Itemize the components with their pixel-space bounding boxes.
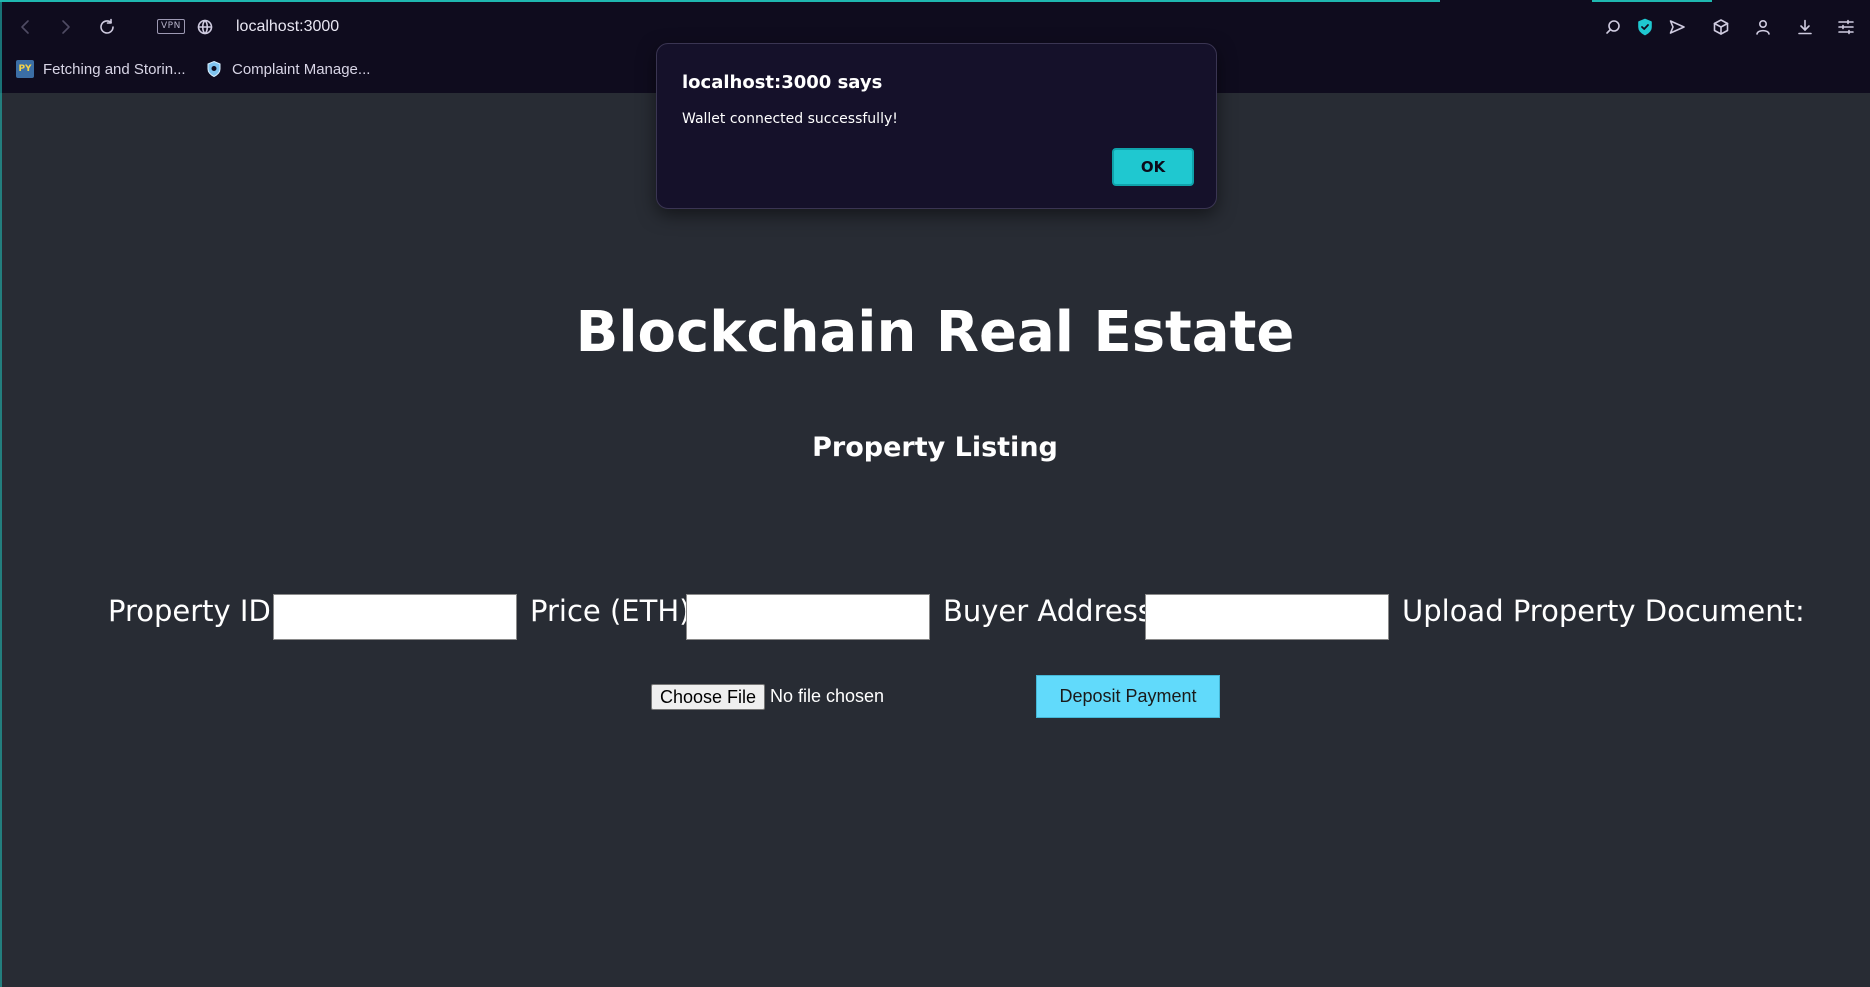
vpn-badge[interactable]: VPN [157, 19, 185, 34]
dialog-title: localhost:3000 says [682, 72, 883, 93]
send-icon [1669, 20, 1685, 34]
globe-icon [197, 19, 213, 35]
cube-icon [1713, 19, 1729, 35]
choose-file-button[interactable]: Choose File [651, 684, 765, 710]
property-id-label: Property ID: [108, 594, 281, 628]
shield-icon [205, 60, 223, 78]
bookmark-label: Complaint Manage... [232, 60, 371, 78]
site-info-button[interactable] [193, 15, 217, 39]
forward-arrow-icon [62, 20, 70, 34]
search-tab-button[interactable] [1601, 15, 1625, 39]
page-title: Blockchain Real Estate [575, 300, 1295, 365]
send-button[interactable] [1665, 15, 1689, 39]
window-edge [0, 0, 2, 987]
easy-setup-button[interactable] [1834, 15, 1858, 39]
file-status-text: No file chosen [770, 686, 885, 706]
bookmark-fetching[interactable]: PY Fetching and Storin... [16, 58, 186, 80]
downloads-button[interactable] [1793, 15, 1817, 39]
property-id-input[interactable] [273, 594, 517, 640]
address-bar[interactable]: localhost:3000 [236, 18, 339, 36]
bookmark-complaint[interactable]: Complaint Manage... [205, 58, 370, 80]
extensions-button[interactable] [1709, 15, 1733, 39]
search-icon [1606, 20, 1620, 34]
price-label: Price (ETH): [530, 594, 701, 628]
back-arrow-icon [21, 20, 29, 34]
profile-button[interactable] [1751, 15, 1775, 39]
upload-document-label: Upload Property Document: [1402, 594, 1805, 628]
forward-button[interactable] [53, 15, 77, 39]
bookmark-label: Fetching and Storin... [43, 60, 186, 78]
buyer-address-input[interactable] [1145, 594, 1389, 640]
ok-button[interactable]: OK [1112, 148, 1194, 186]
section-title: Property Listing [812, 432, 1058, 463]
reload-icon [100, 18, 114, 34]
price-input[interactable] [686, 594, 930, 640]
dialog-message: Wallet connected successfully! [682, 111, 898, 127]
sliders-icon [1838, 19, 1854, 35]
python-icon: PY [16, 60, 34, 78]
alert-dialog: localhost:3000 says Wallet connected suc… [656, 43, 1217, 209]
back-button[interactable] [14, 15, 38, 39]
reload-button[interactable] [95, 15, 119, 39]
user-icon [1756, 19, 1770, 35]
page-content [0, 93, 1870, 987]
shield-check-icon [1638, 18, 1652, 36]
download-icon [1798, 19, 1812, 35]
ad-blocker-button[interactable] [1633, 15, 1657, 39]
buyer-address-label: Buyer Address: [943, 594, 1163, 628]
deposit-payment-button[interactable]: Deposit Payment [1036, 675, 1220, 718]
